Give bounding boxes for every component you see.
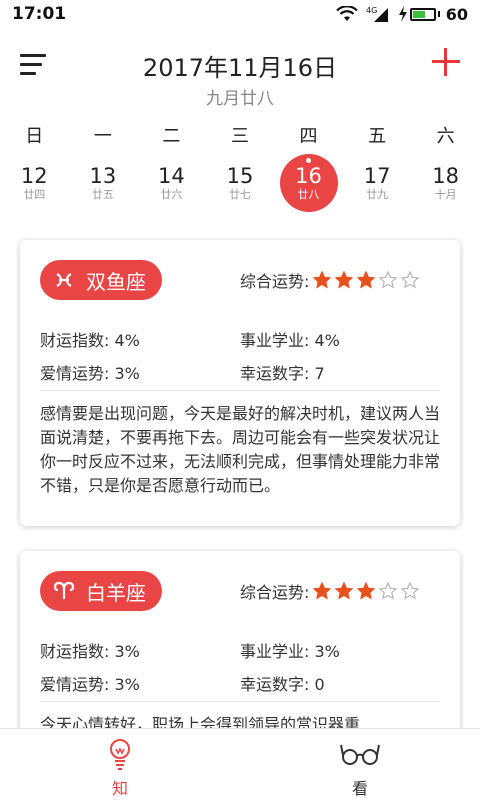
horoscope-description: 感情要是出现问题，今天是最好的解决时机，建议两人当面说清楚，不要再拖下去。周边可… xyxy=(40,404,441,495)
today-dot xyxy=(306,158,312,163)
career-study: 事业学业: 3% xyxy=(240,641,340,661)
day-lunar: 廿七 xyxy=(228,188,251,201)
star-empty-icon xyxy=(401,582,420,600)
add-icon[interactable] xyxy=(432,48,460,76)
star-empty-icon xyxy=(379,271,398,289)
day-cell[interactable]: 18 十月 xyxy=(411,154,480,212)
weekday-label: 五 xyxy=(368,126,387,147)
lucky-number: 幸运数字: 7 xyxy=(240,363,325,383)
sign-name: 双鱼座 xyxy=(86,269,146,294)
star-filled-icon xyxy=(313,582,332,600)
day-number: 14 xyxy=(158,164,185,188)
love-fortune: 爱情运势: 3% xyxy=(40,363,140,383)
battery-text: 60 xyxy=(445,4,468,24)
career-study: 事业学业: 4% xyxy=(240,330,340,350)
nav-item-zhi[interactable]: 知 xyxy=(0,729,240,800)
status-icons: 4G 60 xyxy=(335,5,468,24)
weekday-label: 日 xyxy=(25,126,44,147)
sign-name: 白羊座 xyxy=(86,580,146,605)
day-lunar: 廿八 xyxy=(297,188,320,201)
overall-label: 综合运势: xyxy=(240,583,310,602)
day-number: 13 xyxy=(89,164,117,188)
wealth-index: 财运指数: 4% xyxy=(40,330,140,350)
weekday-label: 三 xyxy=(230,126,249,147)
overall-rating: 综合运势: xyxy=(240,268,420,292)
day-number: 18 xyxy=(432,164,460,188)
network-type: 4G xyxy=(366,6,377,15)
pisces-icon xyxy=(56,273,72,287)
battery-level xyxy=(412,10,425,18)
weekday-label: 一 xyxy=(93,126,112,147)
day-lunar: 廿九 xyxy=(366,188,389,201)
star-empty-icon xyxy=(401,271,420,289)
stats: 财运指数: 3% 事业学业: 3% 爱情运势: 3% 幸运数字: 0 xyxy=(40,633,440,699)
lightbulb-icon xyxy=(110,739,130,770)
page-title: 2017年11月16日 xyxy=(142,54,338,82)
lucky-number: 幸运数字: 0 xyxy=(240,674,325,694)
day-cell[interactable]: 16 廿八 xyxy=(274,154,343,212)
week-calendar: 日一二三四五六 12 廿四 13 廿五 14 廿六 15 廿七 16 廿八 17 廿九 18 十月 xyxy=(0,118,480,222)
day-number: 12 xyxy=(20,164,48,188)
status-time: 17:01 xyxy=(12,4,67,24)
overall-label: 综合运势: xyxy=(240,272,310,291)
charging-icon xyxy=(398,6,407,22)
wealth-index: 财运指数: 3% xyxy=(40,641,140,661)
star-empty-icon xyxy=(379,582,398,600)
weekday-label: 四 xyxy=(299,126,318,147)
overall-rating: 综合运势: xyxy=(240,579,420,603)
divider xyxy=(40,701,440,702)
battery-indicator: 60 xyxy=(398,5,468,24)
day-cell[interactable]: 17 廿九 xyxy=(343,154,412,212)
weekday-label: 二 xyxy=(162,126,181,147)
stats: 财运指数: 4% 事业学业: 4% 爱情运势: 3% 幸运数字: 7 xyxy=(40,322,440,388)
wifi-icon xyxy=(335,6,358,21)
battery-icon xyxy=(409,7,436,21)
day-lunar: 廿四 xyxy=(23,188,46,201)
love-fortune: 爱情运势: 3% xyxy=(40,674,140,694)
aries-icon xyxy=(53,581,75,599)
header: 2017年11月16日 九月廿八 xyxy=(0,28,480,112)
day-cell[interactable]: 15 廿七 xyxy=(206,154,275,212)
day-lunar: 廿六 xyxy=(160,188,183,201)
day-cell[interactable]: 14 廿六 xyxy=(137,154,206,212)
day-cell[interactable]: 12 廿四 xyxy=(0,154,69,212)
day-cell[interactable]: 13 廿五 xyxy=(69,154,138,212)
nav-item-kan[interactable]: 看 xyxy=(240,729,480,800)
sign-badge[interactable]: 双鱼座 xyxy=(40,260,162,300)
horoscope-card-pisces[interactable]: 双鱼座 综合运势: 财运指数: 4% 事业学业: 4% 爱情运势: 3% 幸运数… xyxy=(20,240,460,526)
star-filled-icon xyxy=(357,582,376,600)
star-rating xyxy=(313,582,420,600)
day-lunar: 廿五 xyxy=(91,188,114,201)
week-days: 12 廿四 13 廿五 14 廿六 15 廿七 16 廿八 17 廿九 18 十月 xyxy=(0,154,480,212)
star-filled-icon xyxy=(357,271,376,289)
status-bar: 17:01 4G 60 xyxy=(0,0,480,28)
star-filled-icon xyxy=(313,271,332,289)
divider xyxy=(40,390,440,391)
weekday-header: 日一二三四五六 xyxy=(0,122,480,148)
lunar-date: 九月廿八 xyxy=(206,89,274,109)
star-filled-icon xyxy=(335,271,354,289)
sign-badge[interactable]: 白羊座 xyxy=(40,571,162,611)
day-number: 17 xyxy=(363,164,391,188)
bottom-nav: 知 看 xyxy=(0,728,480,800)
day-lunar: 十月 xyxy=(434,188,457,201)
day-number: 16 xyxy=(295,164,322,188)
weekday-label: 六 xyxy=(436,126,455,147)
signal-icon: 4G xyxy=(366,6,388,22)
star-filled-icon xyxy=(335,582,354,600)
nav-label: 知 xyxy=(111,779,128,798)
glasses-icon xyxy=(340,744,380,765)
nav-label: 看 xyxy=(351,779,368,798)
star-rating xyxy=(313,271,420,289)
day-number: 15 xyxy=(226,164,254,188)
